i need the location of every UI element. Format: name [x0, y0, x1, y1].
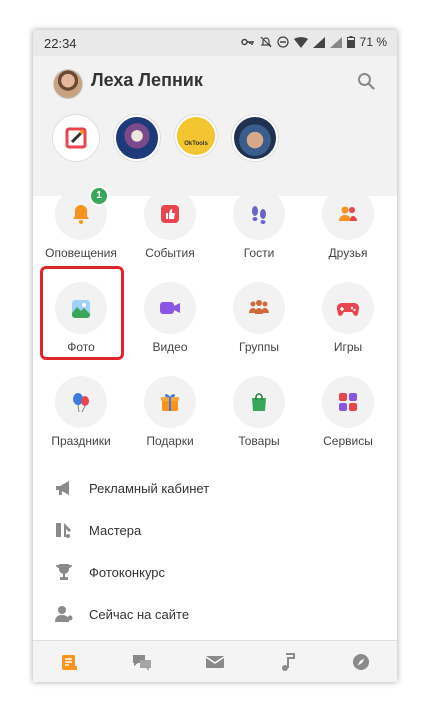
battery-icon [346, 36, 355, 48]
story-einstein[interactable] [114, 115, 160, 161]
mail-icon [205, 656, 225, 668]
tile-label: События [145, 246, 195, 260]
tools-icon [56, 523, 71, 538]
nav-discover[interactable] [341, 647, 381, 677]
mute-icon [260, 36, 272, 48]
menu-item-photo-contest[interactable]: Фотоконкурс [53, 563, 165, 581]
photo-highlight-frame [40, 266, 124, 360]
groups-icon [249, 300, 269, 314]
user-name[interactable]: Леха Лепник [91, 70, 203, 91]
signal-icon [312, 36, 325, 48]
tile-goods[interactable]: Товары [219, 376, 299, 448]
online-users-icon [55, 606, 73, 622]
bell-icon [73, 205, 89, 224]
menu-item-masters[interactable]: Мастера [53, 521, 141, 539]
status-time: 22:34 [44, 36, 77, 51]
tile-video[interactable]: Видео [130, 282, 210, 354]
tile-groups[interactable]: Группы [219, 282, 299, 354]
tile-guests[interactable]: Гости [219, 188, 299, 260]
signal2-icon [329, 36, 342, 48]
gamepad-icon [336, 302, 360, 316]
menu-item-ads[interactable]: Рекламный кабинет [53, 479, 209, 497]
story-oktools[interactable]: OkTools [175, 115, 217, 157]
bottom-nav [33, 640, 397, 682]
tile-label: Гости [243, 246, 275, 260]
tile-services[interactable]: Сервисы [308, 376, 388, 448]
tile-label: Видео [152, 340, 188, 354]
tile-notifications[interactable]: 1 Оповещения [41, 186, 121, 260]
tile-label: Игры [333, 340, 363, 354]
notification-badge: 1 [89, 186, 109, 206]
tile-label: Друзья [328, 246, 368, 260]
stories-row: OkTools [53, 115, 278, 161]
nav-feed[interactable] [49, 647, 89, 677]
tile-label: Подарки [146, 434, 194, 448]
compass-icon [352, 654, 369, 670]
nav-messages[interactable] [122, 647, 162, 677]
feed-icon [62, 655, 78, 670]
story-friend[interactable] [232, 115, 278, 161]
like-icon [161, 205, 179, 223]
video-icon [160, 302, 180, 314]
tile-friends[interactable]: Друзья [308, 188, 388, 260]
services-icon [339, 393, 357, 411]
dnd-icon [276, 36, 289, 48]
tile-gifts[interactable]: Подарки [130, 376, 210, 448]
status-bar: 22:34 71 % [33, 30, 397, 56]
tile-label: Праздники [51, 434, 111, 448]
menu-item-online-now[interactable]: Сейчас на сайте [53, 605, 189, 623]
tile-label: Группы [239, 340, 279, 354]
shopping-bag-icon [252, 393, 266, 411]
music-icon [281, 653, 295, 671]
tile-label: Оповещения [45, 246, 117, 260]
gift-icon [161, 394, 179, 411]
search-icon[interactable] [357, 72, 375, 90]
tile-holidays[interactable]: Праздники [41, 376, 121, 448]
story-create[interactable] [53, 115, 99, 161]
phone-screen: 22:34 71 % Леха Лепник OkTools 1 Оповеще… [33, 30, 397, 682]
photo-edit-icon [65, 127, 87, 149]
chat-icon [133, 655, 152, 671]
menu-item-label: Мастера [89, 522, 142, 538]
profile-header: Леха Лепник OkTools [33, 56, 397, 196]
nav-mail[interactable] [195, 647, 235, 677]
menu-item-label: Сейчас на сайте [89, 606, 190, 622]
menu-item-label: Рекламный кабинет [89, 480, 210, 496]
balloons-icon [73, 393, 89, 413]
tile-events[interactable]: События [130, 188, 210, 260]
trophy-icon [56, 564, 72, 580]
menu-item-label: Фотоконкурс [89, 564, 166, 580]
tile-label: Товары [238, 434, 280, 448]
nav-music[interactable] [268, 647, 308, 677]
avatar[interactable] [53, 69, 83, 99]
megaphone-icon [56, 481, 69, 495]
tile-games[interactable]: Игры [308, 282, 388, 354]
tile-label: Сервисы [323, 434, 373, 448]
wifi-icon [293, 36, 308, 48]
battery-level: 71 % [359, 35, 387, 49]
footprints-icon [252, 206, 266, 224]
friends-icon [339, 206, 357, 221]
key-icon [240, 38, 254, 46]
